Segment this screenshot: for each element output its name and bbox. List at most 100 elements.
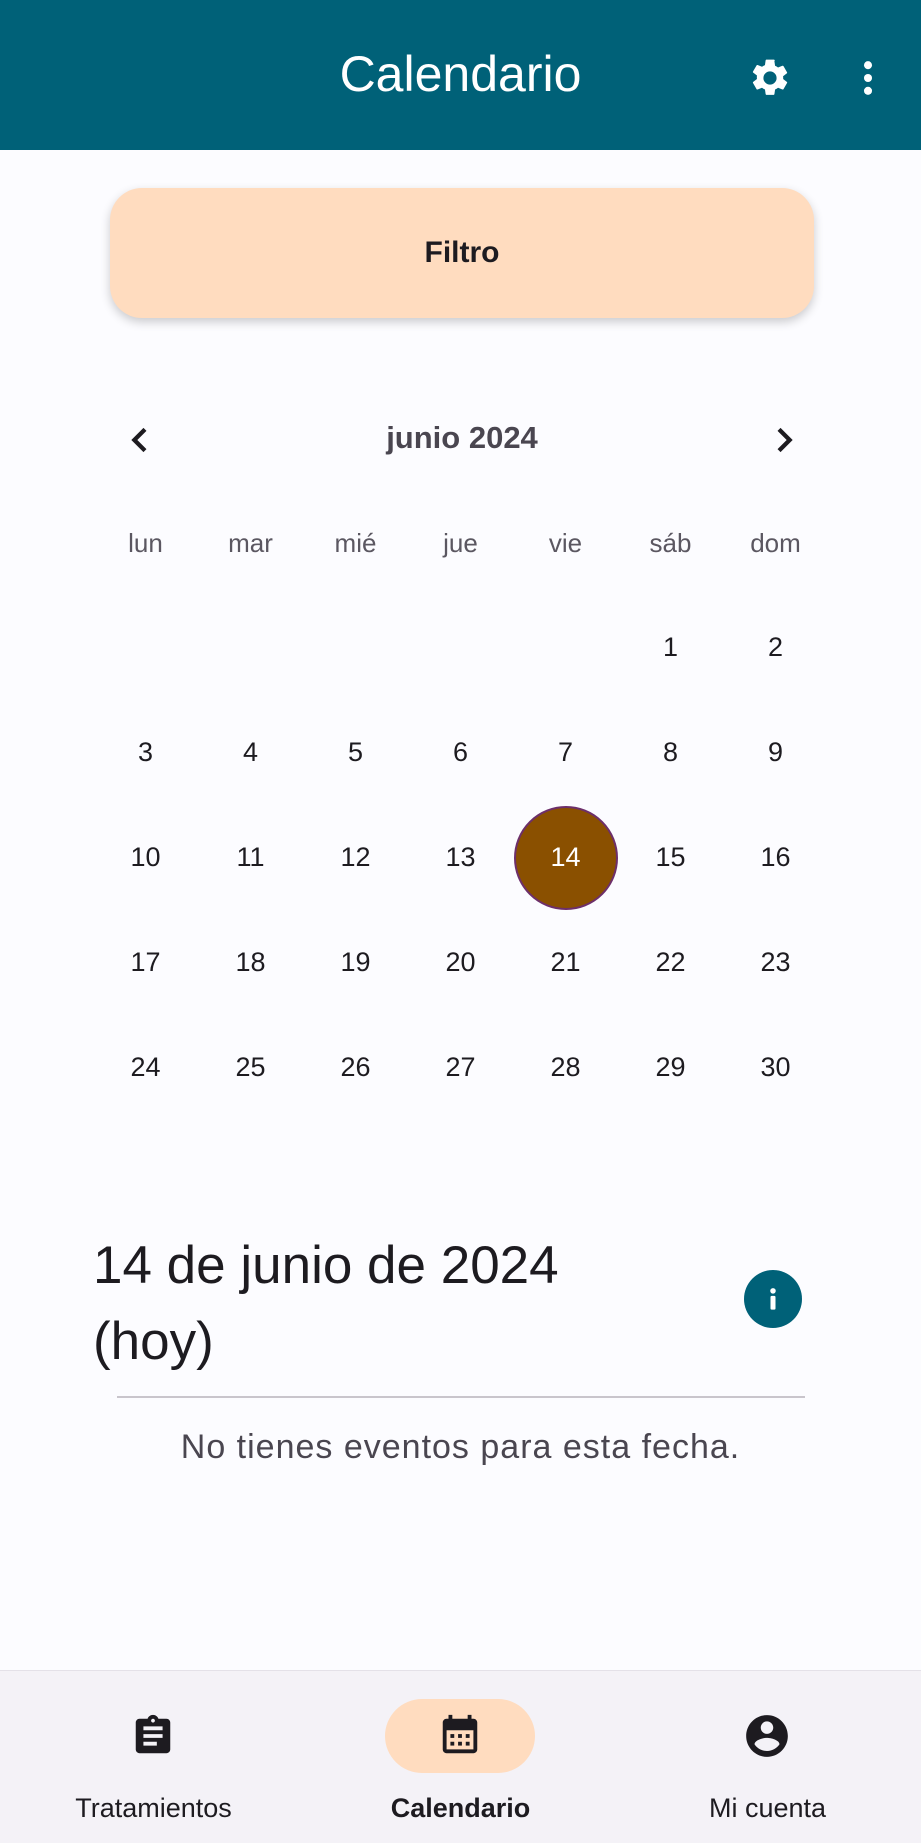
day-number: 2 (767, 632, 784, 662)
calendar-day[interactable]: 2 (723, 595, 828, 700)
month-title: junio 2024 (386, 420, 538, 455)
calendar-empty-cell (93, 595, 198, 700)
calendar-day[interactable]: 1 (618, 595, 723, 700)
day-number: 30 (760, 1052, 791, 1082)
weekday-label: lun (128, 528, 163, 558)
filter-button[interactable]: Filtro (110, 188, 814, 318)
day-number: 28 (550, 1052, 581, 1082)
calendar-empty-cell (303, 595, 408, 700)
weekday-label: dom (750, 528, 801, 558)
calendar-day[interactable]: 7 (513, 700, 618, 805)
more-options-button[interactable] (836, 40, 900, 116)
day-number: 22 (655, 947, 686, 977)
calendar-day[interactable]: 10 (93, 805, 198, 910)
calendar-day[interactable]: 15 (618, 805, 723, 910)
calendar-day[interactable]: 24 (93, 1015, 198, 1120)
calendar-day[interactable]: 12 (303, 805, 408, 910)
nav-item-calendar[interactable]: Calendario (307, 1671, 614, 1843)
calendar-day[interactable]: 9 (723, 700, 828, 805)
divider (117, 1396, 805, 1398)
day-number: 3 (137, 737, 154, 767)
calendar-day[interactable]: 17 (93, 910, 198, 1015)
weekday-label: mié (334, 528, 377, 558)
weekday-label: mar (228, 528, 273, 558)
selected-date-title: 14 de junio de 2024 (hoy) (93, 1236, 559, 1371)
account-circle-icon (746, 1715, 788, 1757)
day-number: 11 (236, 842, 265, 872)
calendar-day[interactable]: 30 (723, 1015, 828, 1120)
nav-item-account[interactable]: Mi cuenta (614, 1671, 921, 1843)
weekday-label: vie (548, 528, 583, 558)
gear-icon (752, 59, 788, 95)
day-number: 9 (767, 737, 784, 767)
calendar-day[interactable]: 22 (618, 910, 723, 1015)
day-number: 16 (760, 842, 791, 872)
calendar-day[interactable]: 21 (513, 910, 618, 1015)
chevron-left-icon (131, 427, 147, 453)
day-number: 12 (340, 842, 371, 872)
calendar-empty-cell (513, 595, 618, 700)
nav-item-treatments[interactable]: Tratamientos (0, 1671, 307, 1843)
weekday-label: jue (443, 528, 478, 558)
app-screen: Calendario Filtro junio 2024 lun mar mié… (0, 0, 921, 1843)
selected-day-number: 14 (513, 805, 618, 910)
weekday-label: sáb (649, 528, 692, 558)
nav-indicator (692, 1699, 842, 1773)
chevron-right-icon (777, 427, 793, 453)
day-number: 21 (550, 947, 581, 977)
day-number: 4 (242, 737, 259, 767)
calendar-header: junio 2024 (110, 410, 814, 470)
calendar-day[interactable]: 6 (408, 700, 513, 805)
nav-label: Mi cuenta (708, 1793, 827, 1823)
calendar-day[interactable]: 25 (198, 1015, 303, 1120)
calendar-empty-cell (198, 595, 303, 700)
day-number: 10 (130, 842, 161, 872)
more-vert-icon (863, 61, 873, 95)
calendar-day[interactable]: 19 (303, 910, 408, 1015)
calendar-day[interactable]: 23 (723, 910, 828, 1015)
calendar-day[interactable]: 27 (408, 1015, 513, 1120)
calendar-day[interactable]: 28 (513, 1015, 618, 1120)
calendar-day[interactable]: 11 (198, 805, 303, 910)
day-number: 6 (452, 737, 469, 767)
day-number: 15 (655, 842, 686, 872)
calendar-day[interactable]: 29 (618, 1015, 723, 1120)
calendar-day[interactable]: 8 (618, 700, 723, 805)
calendar-day[interactable]: 3 (93, 700, 198, 805)
previous-month-button[interactable] (110, 410, 170, 470)
nav-indicator-active (385, 1699, 535, 1773)
nav-label: Tratamientos (75, 1793, 232, 1823)
nav-indicator (78, 1699, 228, 1773)
next-month-button[interactable] (754, 410, 814, 470)
calendar-day[interactable]: 26 (303, 1015, 408, 1120)
clipboard-icon (135, 1714, 171, 1754)
weekday-row: lun mar mié jue vie sáb dom (93, 520, 828, 566)
calendar-day-selected[interactable]: 14 (513, 805, 618, 910)
day-number: 5 (347, 737, 364, 767)
info-button[interactable] (744, 1270, 802, 1328)
calendar-empty-cell (408, 595, 513, 700)
bottom-navigation: Tratamientos Calendario Mi cuenta (0, 1670, 921, 1843)
top-app-bar: Calendario (0, 0, 921, 150)
calendar-day[interactable]: 16 (723, 805, 828, 910)
calendar-day[interactable]: 13 (408, 805, 513, 910)
day-number: 7 (557, 737, 574, 767)
calendar-day[interactable]: 18 (198, 910, 303, 1015)
no-events-message: No tienes eventos para esta fecha. (180, 1428, 741, 1466)
day-number: 8 (662, 737, 679, 767)
day-number: 20 (445, 947, 476, 977)
calendar-day[interactable]: 5 (303, 700, 408, 805)
nav-label: Calendario (390, 1793, 531, 1823)
day-number: 29 (655, 1052, 686, 1082)
day-number: 17 (130, 947, 161, 977)
day-number: 24 (130, 1052, 161, 1082)
day-number: 18 (235, 947, 266, 977)
settings-button[interactable] (738, 40, 802, 116)
calendar-grid: 1 2 3 4 5 6 7 8 9 10 11 12 13 14 15 16 1… (93, 595, 828, 1120)
day-number: 27 (445, 1052, 476, 1082)
info-icon (770, 1288, 776, 1310)
calendar-day[interactable]: 4 (198, 700, 303, 805)
calendar-day[interactable]: 20 (408, 910, 513, 1015)
day-number: 13 (445, 842, 476, 872)
day-number: 23 (760, 947, 791, 977)
